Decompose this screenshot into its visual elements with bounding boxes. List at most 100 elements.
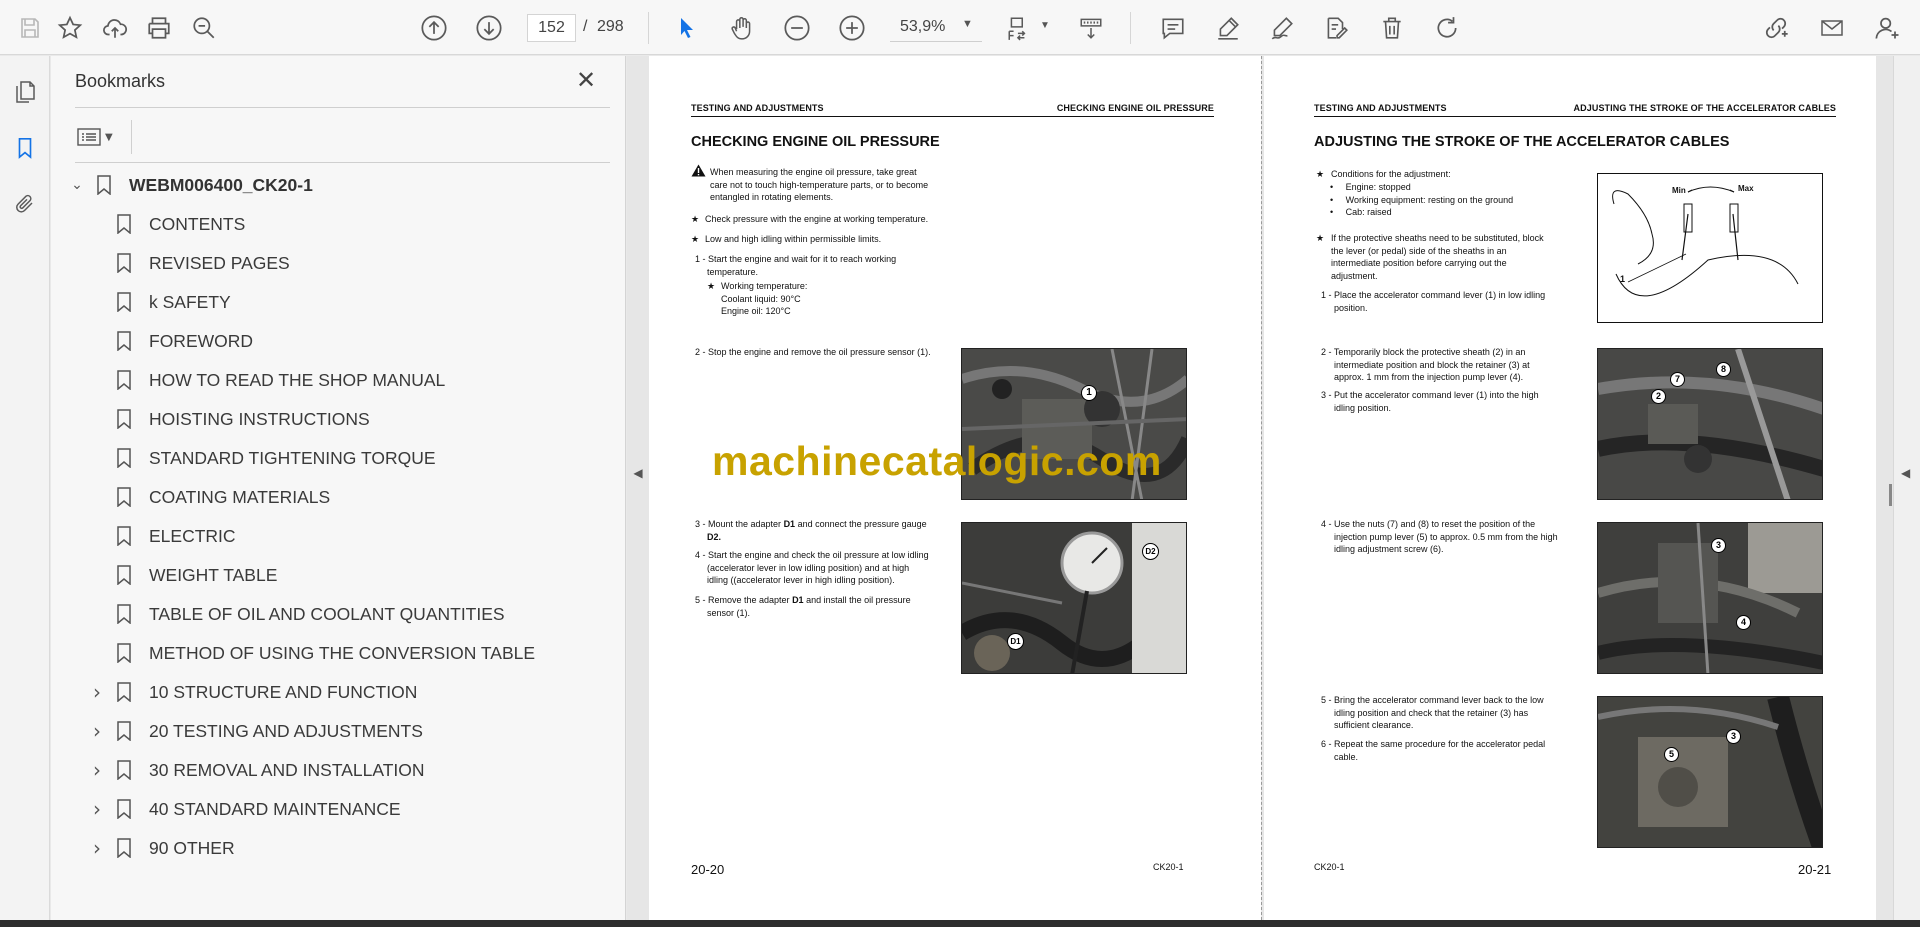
step-text: 6 - Repeat the same procedure for the ac… [1321, 739, 1546, 762]
fill-sign-icon[interactable] [1320, 12, 1352, 44]
scroll-grip[interactable] [1889, 484, 1892, 506]
conditions-title: Conditions for the adjustment: [1331, 169, 1451, 179]
main-toolbar: 152 / 298 53,9% ▼ ▼ [0, 0, 1920, 55]
bookmark-item[interactable]: HOISTING INSTRUCTIONS [87, 404, 607, 434]
bookmark-item[interactable]: COATING MATERIALS [87, 482, 607, 512]
highlight-pen-icon[interactable] [1212, 12, 1244, 44]
bookmarks-icon[interactable] [9, 132, 41, 164]
bookmark-root[interactable]: ⌄ WEBM006400_CK20-1 [67, 170, 587, 200]
document-page-left: TESTING AND ADJUSTMENTS CHECKING ENGINE … [649, 56, 1261, 920]
toggle-spacer [87, 487, 107, 507]
chevron-right-icon[interactable]: › [87, 797, 107, 821]
bookmark-item[interactable]: HOW TO READ THE SHOP MANUAL [87, 365, 607, 395]
chevron-right-icon[interactable]: › [87, 719, 107, 743]
step-text: 5 - Remove the adapter D1 and install th… [695, 595, 911, 618]
bookmark-item[interactable]: › 40 STANDARD MAINTENANCE [87, 794, 607, 824]
share-link-icon[interactable] [1760, 12, 1792, 44]
page-thumbnails-icon[interactable] [9, 76, 41, 108]
bookmark-item[interactable]: › 20 TESTING AND ADJUSTMENTS [87, 716, 607, 746]
fit-page-icon[interactable] [1003, 12, 1035, 44]
chevron-right-icon[interactable]: › [87, 680, 107, 704]
bookmark-icon [117, 643, 131, 663]
upload-cloud-icon[interactable] [99, 12, 131, 44]
close-icon[interactable]: ✕ [573, 68, 599, 94]
toggle-spacer [87, 214, 107, 234]
navigation-rail [0, 56, 50, 920]
bookmark-item[interactable]: › 30 REMOVAL AND INSTALLATION [87, 755, 607, 785]
bookmark-icon [117, 526, 131, 546]
photo-callout: 7 [1670, 372, 1685, 387]
page-code: CK20-1 [1153, 862, 1184, 872]
panel-divider [131, 120, 132, 154]
bookmark-label: k SAFETY [149, 291, 231, 312]
toggle-spacer [87, 331, 107, 351]
bookmark-item[interactable]: FOREWORD [87, 326, 607, 356]
chevron-down-icon: ▼ [105, 131, 113, 143]
warning-icon [691, 164, 706, 177]
bookmark-item[interactable]: WEIGHT TABLE [87, 560, 607, 590]
bookmark-icon [117, 604, 131, 624]
toolbar-divider [648, 12, 649, 44]
document-viewport[interactable]: ◀ TESTING AND ADJUSTMENTS CHECKING ENGIN… [627, 56, 1920, 920]
select-cursor-icon[interactable] [671, 12, 703, 44]
next-page-icon[interactable] [473, 12, 505, 44]
chevron-down-icon[interactable]: ▼ [962, 18, 973, 30]
bookmark-item[interactable]: › 90 OTHER [87, 833, 607, 863]
bookmark-options-button[interactable]: ▼ [77, 122, 123, 152]
previous-page-icon[interactable] [418, 12, 450, 44]
bookmark-item[interactable]: STANDARD TIGHTENING TORQUE [87, 443, 607, 473]
draw-signature-icon[interactable] [1266, 12, 1298, 44]
bookmark-item[interactable]: k SAFETY [87, 287, 607, 317]
toggle-spacer [87, 565, 107, 585]
zoom-in-icon[interactable] [836, 12, 868, 44]
photo-callout: 2 [1651, 389, 1666, 404]
bookmark-icon [97, 175, 111, 195]
hand-tool-icon[interactable] [726, 12, 758, 44]
email-icon[interactable] [1816, 12, 1848, 44]
note-item: ★ [691, 234, 700, 244]
toggle-spacer [87, 253, 107, 273]
note-item: ★ [1316, 233, 1325, 243]
scrolling-mode-icon[interactable] [1075, 12, 1107, 44]
chevron-right-icon[interactable]: › [87, 836, 107, 860]
bookmark-item[interactable]: TABLE OF OIL AND COOLANT QUANTITIES [87, 599, 607, 629]
toolbar-divider [1130, 12, 1131, 44]
bookmark-icon [117, 292, 131, 312]
bookmark-icon [117, 253, 131, 273]
zoom-out-icon[interactable] [781, 12, 813, 44]
collapse-left-panel-icon[interactable]: ◀ [627, 466, 649, 480]
bookmark-item[interactable]: REVISED PAGES [87, 248, 607, 278]
bookmark-label: CONTENTS [149, 213, 246, 234]
conditions-list: • Engine: stopped • Working equipment: r… [1330, 182, 1514, 217]
rotate-icon[interactable] [1431, 12, 1463, 44]
bookmark-label: 10 STRUCTURE AND FUNCTION [149, 681, 418, 702]
photo-callout: D2 [1142, 543, 1159, 560]
bookmark-item[interactable]: CONTENTS [87, 209, 607, 239]
print-icon[interactable] [143, 12, 175, 44]
bookmark-icon [117, 409, 131, 429]
attachments-icon[interactable] [9, 188, 41, 220]
chevron-right-icon[interactable]: › [87, 758, 107, 782]
page-number-input[interactable]: 152 [527, 14, 576, 42]
bookmark-icon [117, 760, 131, 780]
delete-trash-icon[interactable] [1376, 12, 1408, 44]
chevron-down-icon[interactable]: ⌄ [67, 175, 87, 195]
toggle-spacer [87, 526, 107, 546]
bookmark-label: WEBM006400_CK20-1 [129, 174, 313, 195]
toggle-spacer [87, 370, 107, 390]
account-icon[interactable] [1872, 12, 1904, 44]
lever-diagram: Min Max 1 [1597, 173, 1823, 323]
star-icon[interactable] [54, 12, 86, 44]
bookmark-icon [117, 838, 131, 858]
chevron-down-icon[interactable]: ▼ [1040, 20, 1050, 31]
bookmark-item[interactable]: › 10 STRUCTURE AND FUNCTION [87, 677, 607, 707]
bookmark-item[interactable]: METHOD OF USING THE CONVERSION TABLE [87, 638, 607, 668]
comment-icon[interactable] [1157, 12, 1189, 44]
bookmark-icon [117, 565, 131, 585]
bookmark-label: COATING MATERIALS [149, 486, 331, 507]
save-icon[interactable] [14, 12, 46, 44]
vertical-scrollbar[interactable]: ◀ [1893, 56, 1920, 920]
collapse-right-panel-icon[interactable]: ◀ [1901, 466, 1910, 480]
bookmark-item[interactable]: ELECTRIC [87, 521, 607, 551]
zoom-search-icon[interactable] [188, 12, 220, 44]
